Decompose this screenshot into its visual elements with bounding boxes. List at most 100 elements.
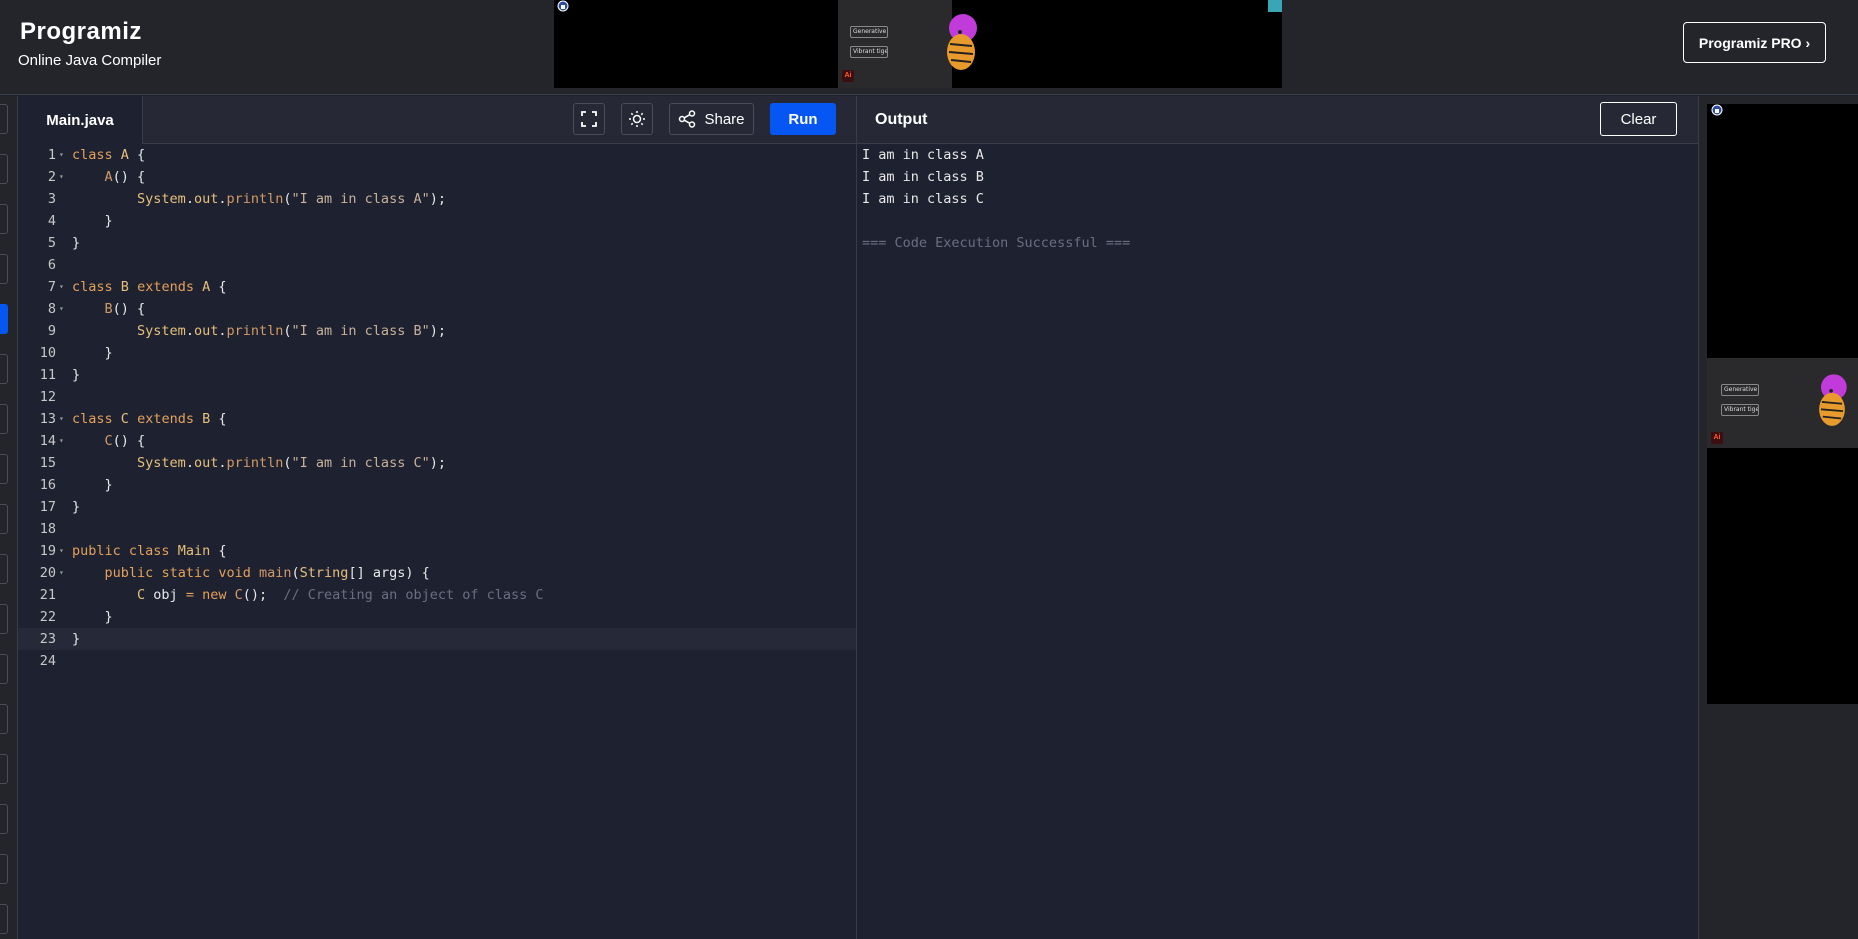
code-line[interactable]: 3 System.out.println("I am in class A"); xyxy=(18,188,857,210)
ad-privacy-icon[interactable] xyxy=(1711,104,1723,116)
code-line[interactable]: 9 System.out.println("I am in class B"); xyxy=(18,320,857,342)
output-title: Output xyxy=(875,111,928,128)
rail-item[interactable] xyxy=(0,454,8,484)
code-line[interactable]: 14 ▾ C() { xyxy=(18,430,857,452)
rail-item[interactable] xyxy=(0,604,8,634)
ad-creative[interactable]: Generative vector Vibrant tiger mirror A… xyxy=(838,0,977,88)
top-banner-ad[interactable]: Generative vector Vibrant tiger mirror A… xyxy=(554,0,1282,88)
code-line[interactable]: 18 xyxy=(18,518,857,540)
code-token: C xyxy=(234,587,243,603)
code-line[interactable]: 22 } xyxy=(18,606,857,628)
ad-tag-generative: Generative vector xyxy=(1721,384,1759,396)
ad-close-corner[interactable] xyxy=(1268,0,1282,12)
line-number: 8 xyxy=(47,301,56,317)
rail-item[interactable] xyxy=(0,154,8,184)
share-button[interactable]: Share xyxy=(669,103,754,135)
code-line[interactable]: 20 ▾ public static void main(String[] arg… xyxy=(18,562,857,584)
code-line[interactable]: 13 ▾ class C extends B { xyxy=(18,408,857,430)
fold-arrow-icon[interactable]: ▾ xyxy=(59,540,64,562)
code-token: } xyxy=(72,631,81,647)
code-token: ( xyxy=(283,191,292,207)
code-text: public class Main { xyxy=(72,540,226,562)
fold-arrow-icon[interactable]: ▾ xyxy=(59,298,64,320)
rail-item[interactable] xyxy=(0,104,8,134)
rail-item[interactable] xyxy=(0,654,8,684)
rail-item[interactable] xyxy=(0,404,8,434)
output-header: Output xyxy=(857,96,1698,144)
code-line[interactable]: 6 xyxy=(18,254,857,276)
code-line[interactable]: 12 xyxy=(18,386,857,408)
tiger-illustration xyxy=(947,14,977,70)
rail-item[interactable] xyxy=(0,804,8,834)
code-token: . xyxy=(185,191,194,207)
code-token: [] args) { xyxy=(348,565,430,581)
side-banner-ad[interactable]: Generative vector Vibrant tiger mirror A… xyxy=(1707,104,1858,704)
code-token: } xyxy=(72,367,81,383)
code-line[interactable]: 15 System.out.println("I am in class C")… xyxy=(18,452,857,474)
code-line[interactable]: 19 ▾ public class Main { xyxy=(18,540,857,562)
rail-item[interactable] xyxy=(0,504,8,534)
code-line[interactable]: 4 } xyxy=(18,210,857,232)
code-token: . xyxy=(185,455,194,471)
code-line[interactable]: 8 ▾ B() { xyxy=(18,298,857,320)
code-line[interactable]: 17} xyxy=(18,496,857,518)
code-text: } xyxy=(72,342,113,364)
top-bar: Programiz Online Java Compiler Generativ… xyxy=(0,0,1858,95)
code-line[interactable]: 16 } xyxy=(18,474,857,496)
share-icon xyxy=(679,110,696,128)
rail-item[interactable] xyxy=(0,754,8,784)
output-line: I am in class B xyxy=(862,169,984,185)
code-line[interactable]: 23} xyxy=(18,628,857,650)
code-text: C obj = new C(); // Creating an object o… xyxy=(72,584,543,606)
code-line[interactable]: 10 } xyxy=(18,342,857,364)
rail-item[interactable] xyxy=(0,354,8,384)
line-number: 15 xyxy=(39,455,56,471)
fold-arrow-icon[interactable]: ▾ xyxy=(59,408,64,430)
code-line[interactable]: 7 ▾ class B extends A { xyxy=(18,276,857,298)
code-text: } xyxy=(72,628,80,650)
fold-arrow-icon[interactable]: ▾ xyxy=(59,562,64,584)
code-line[interactable]: 5} xyxy=(18,232,857,254)
code-token: ( xyxy=(283,455,292,471)
rail-item[interactable] xyxy=(0,204,8,234)
fold-arrow-icon[interactable]: ▾ xyxy=(59,430,64,452)
code-token: A xyxy=(120,147,129,163)
rail-item[interactable] xyxy=(0,854,8,884)
programiz-pro-button[interactable]: Programiz PRO › xyxy=(1683,22,1826,63)
code-token: public xyxy=(104,565,154,581)
code-line[interactable]: 21 C obj = new C(); // Creating an objec… xyxy=(18,584,857,606)
code-line[interactable]: 1 ▾ class A { xyxy=(18,144,857,166)
code-line[interactable]: 11} xyxy=(18,364,857,386)
rail-item[interactable] xyxy=(0,904,8,934)
fullscreen-button[interactable] xyxy=(573,103,605,135)
run-button[interactable]: Run xyxy=(770,103,836,135)
rail-item[interactable] xyxy=(0,704,8,734)
fold-arrow-icon[interactable]: ▾ xyxy=(59,144,64,166)
side-ad-creative[interactable]: Generative vector Vibrant tiger mirror A… xyxy=(1707,358,1858,448)
rail-item[interactable] xyxy=(0,254,8,284)
file-tab-main-java[interactable]: Main.java xyxy=(18,96,143,144)
line-number: 14 xyxy=(39,433,56,449)
code-editor[interactable]: 1 ▾ class A {2 ▾ A() {3 System.out.println(… xyxy=(18,144,857,939)
rail-item[interactable] xyxy=(0,554,8,584)
clear-button[interactable]: Clear xyxy=(1600,102,1677,136)
tiger-illustration xyxy=(1819,374,1847,426)
fullscreen-icon xyxy=(581,111,597,127)
programiz-logo[interactable]: Programiz xyxy=(20,18,142,46)
code-line[interactable]: 2 ▾ A() { xyxy=(18,166,857,188)
ad-privacy-icon[interactable] xyxy=(557,0,569,12)
rail-item-active[interactable] xyxy=(0,304,8,334)
theme-toggle-button[interactable] xyxy=(621,103,653,135)
fold-arrow-icon[interactable]: ▾ xyxy=(59,166,64,188)
fold-arrow-icon[interactable]: ▾ xyxy=(59,276,64,298)
code-line[interactable]: 24 xyxy=(18,650,857,672)
